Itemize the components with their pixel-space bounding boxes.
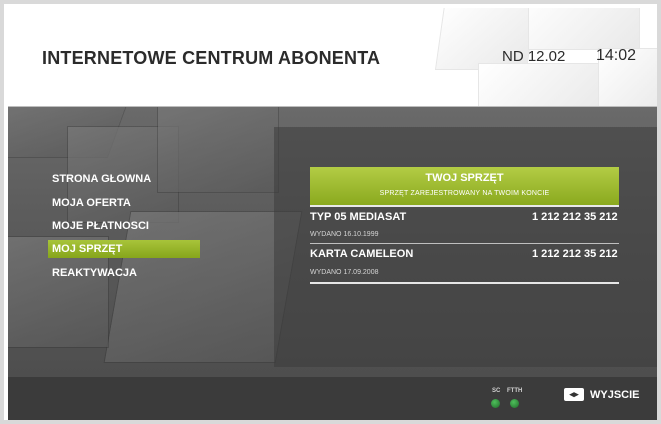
- device-number: 1 212 212 35 212: [532, 211, 618, 223]
- card-number: 1 212 212 35 212: [532, 248, 618, 260]
- row-divider: [310, 243, 619, 244]
- background-cube: [528, 8, 640, 50]
- footer-bar: SC FTTH ◂▸ WYJSCIE: [8, 377, 657, 420]
- card-name: KARTA CAMELEON: [310, 248, 414, 260]
- menu-item-home[interactable]: STRONA GŁOWNA: [48, 170, 200, 188]
- panel-subtitle: SPRZĘT ZAREJESTROWANY NA TWOIM KONCIE: [379, 190, 550, 197]
- ftth-indicator-label: FTTH: [507, 388, 523, 394]
- device-name: TYP 05 MEDIASAT: [310, 211, 407, 223]
- device-issued-date: WYDANO 16.10.1999: [310, 231, 379, 238]
- main-area: STRONA GŁOWNA MOJA OFERTA MOJE PŁATNOSCI…: [8, 107, 657, 377]
- panel-title: TWOJ SPRZĘT: [425, 172, 504, 184]
- page-title: INTERNETOWE CENTRUM ABONENTA: [42, 48, 381, 68]
- exit-label[interactable]: WYJSCIE: [590, 389, 640, 401]
- background-cube: [478, 63, 600, 106]
- menu-item-reactivation[interactable]: REAKTYWACJA: [48, 264, 200, 282]
- exit-key-icon[interactable]: ◂▸: [564, 388, 584, 401]
- clock-display: 14:02: [596, 47, 637, 64]
- date-display: ND 12.02: [502, 48, 566, 65]
- card-issued-date: WYDANO 17.09.2008: [310, 269, 379, 276]
- equipment-panel: TWOJ SPRZĘT SPRZĘT ZAREJESTROWANY NA TWO…: [274, 127, 657, 367]
- list-end-divider: [310, 282, 619, 284]
- sc-indicator-label: SC: [492, 388, 501, 394]
- ftth-status-led-icon: [510, 399, 519, 408]
- menu-item-payments[interactable]: MOJE PŁATNOSCI: [48, 217, 200, 235]
- menu-item-offer[interactable]: MOJA OFERTA: [48, 194, 200, 212]
- header-bar: INTERNETOWE CENTRUM ABONENTA ND 12.02 14…: [8, 8, 657, 107]
- sc-status-led-icon: [491, 399, 500, 408]
- menu-item-equipment[interactable]: MOJ SPRZĘT: [48, 240, 200, 258]
- tv-screen: INTERNETOWE CENTRUM ABONENTA ND 12.02 14…: [0, 0, 661, 424]
- panel-header: TWOJ SPRZĘT SPRZĘT ZAREJESTROWANY NA TWO…: [310, 167, 619, 207]
